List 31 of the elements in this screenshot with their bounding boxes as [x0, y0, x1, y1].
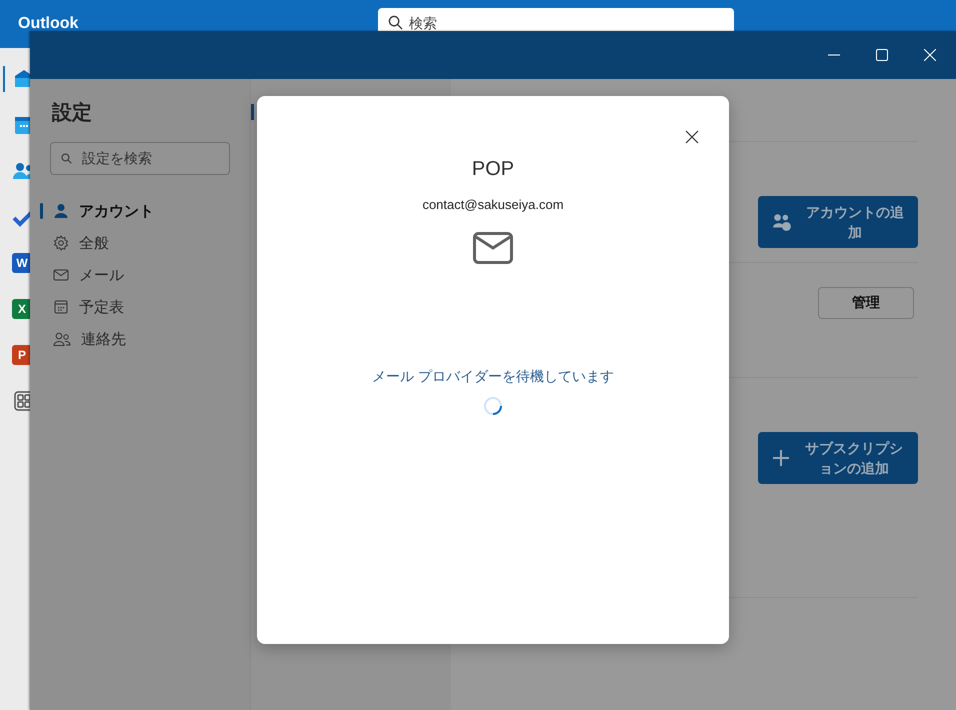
- selection-indicator: [251, 104, 254, 120]
- nav-item[interactable]: アカウント: [79, 202, 154, 220]
- mail-icon: [53, 267, 69, 283]
- close-icon[interactable]: [685, 130, 699, 144]
- app-logo-icon[interactable]: X: [12, 299, 32, 319]
- people-icon: [772, 212, 792, 232]
- nav-item[interactable]: 予定表: [79, 298, 124, 316]
- person-icon: [53, 203, 69, 219]
- settings-icon: [53, 235, 69, 251]
- mail-icon: [473, 232, 513, 264]
- dialog-title: POP: [472, 158, 514, 181]
- plus-icon: [772, 449, 790, 467]
- add-button[interactable]: サブスクリプションの追加: [758, 432, 918, 484]
- maximize-icon[interactable]: [876, 49, 888, 61]
- email-address: contact@sakuseiya.com: [422, 197, 564, 212]
- nav-item[interactable]: 全般: [79, 234, 109, 252]
- nav-item[interactable]: 連絡先: [81, 330, 126, 348]
- search-icon: [388, 15, 403, 30]
- search-field[interactable]: 設定を検索: [50, 142, 230, 175]
- app-logo-icon[interactable]: W: [12, 253, 32, 273]
- people-icon: [53, 331, 71, 347]
- loading-spinner: [483, 396, 503, 416]
- manage-button[interactable]: 管理: [818, 287, 914, 319]
- settings-title: 設定: [52, 100, 93, 126]
- nav-item[interactable]: メール: [79, 266, 124, 284]
- calendar-icon: [53, 299, 69, 315]
- app-logo-icon[interactable]: P: [12, 345, 32, 365]
- add-button[interactable]: アカウントの追加: [758, 196, 918, 248]
- search-icon: [61, 153, 72, 164]
- app-title: Outlook: [18, 15, 78, 33]
- status-message: メール プロバイダーを待機しています: [372, 368, 614, 386]
